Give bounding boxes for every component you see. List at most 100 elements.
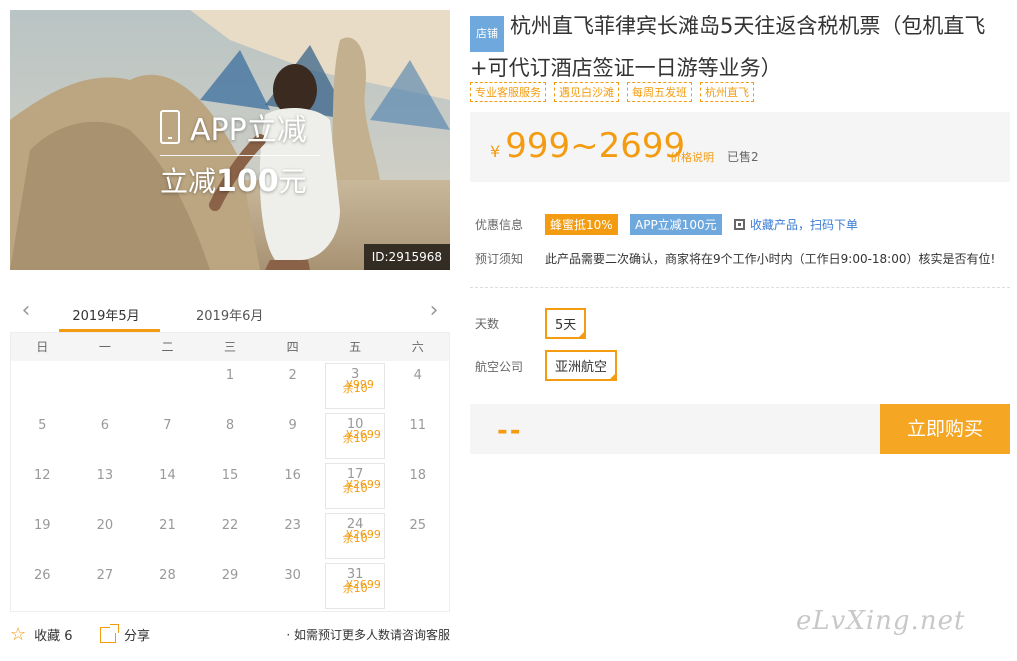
mobile-phone-icon	[160, 110, 180, 144]
consult-note: · 如需预订更多人数请咨询客服	[286, 628, 450, 642]
product-id-badge: ID:2915968	[363, 244, 450, 270]
weekday-header-cell: 六	[411, 340, 424, 354]
calendar-day-num: 21	[159, 518, 176, 533]
share-label: 分享	[124, 629, 151, 644]
calendar-week-row: 26 27 28 29 30 31 ¥2699 余10	[11, 561, 449, 611]
calendar-day-box[interactable]: 10 ¥2699 余10	[324, 413, 386, 459]
product-tag: 每周五发班	[627, 82, 692, 102]
calendar-footer: ☆ 收藏 6 分享 · 如需预订更多人数请咨询客服	[10, 622, 450, 646]
calendar-day: 12	[11, 461, 74, 511]
calendar-day-num: 26	[34, 568, 51, 583]
calendar-day-box[interactable]: 31 ¥2699 余10	[324, 563, 386, 609]
calendar-day-box[interactable]: 24 ¥2699 余10	[324, 513, 386, 559]
calendar-day: 27	[74, 561, 137, 611]
favorite-button[interactable]: ☆ 收藏 6	[10, 625, 73, 644]
calendar-day-price: ¥2699	[345, 428, 381, 441]
price-panel: ¥ 999~2699 价格说明 已售2	[470, 112, 1010, 182]
calendar-day: 28	[136, 561, 199, 611]
buy-now-button[interactable]: 立即购买	[880, 404, 1010, 454]
next-month-arrow-icon[interactable]: ›	[424, 300, 444, 322]
qr-code-icon	[734, 219, 745, 230]
product-title: 店铺 杭州直飞菲律宾长滩岛5天往返含税机票（包机直飞+可代订酒店签证一日游等业务）	[470, 10, 1010, 84]
calendar-day: 8	[199, 411, 262, 461]
star-icon: ☆	[10, 623, 27, 645]
product-tag: 杭州直飞	[700, 82, 754, 102]
booking-label: 预订须知	[475, 252, 524, 266]
tab-month-june[interactable]: 2019年6月	[196, 305, 263, 324]
sold-count: 已售2	[727, 150, 759, 164]
airline-label: 航空公司	[475, 360, 524, 374]
product-hero-image: APP立减 立减100元 ID:2915968	[10, 10, 450, 270]
app-discount-line: APP立减	[160, 105, 320, 149]
calendar-day: 30	[261, 561, 324, 611]
product-tag: 专业客服服务	[470, 82, 546, 102]
qr-favorite-link[interactable]: 收藏产品，扫码下单	[734, 216, 858, 233]
calendar-day: 22	[199, 511, 262, 561]
calendar-day-available[interactable]: 24 ¥2699 余10	[324, 511, 387, 561]
calendar-day-num: 4	[413, 368, 422, 383]
discount-amount-line: 立减100元	[160, 160, 320, 200]
calendar-day: 4	[386, 361, 449, 411]
calendar-day-price: ¥2699	[345, 478, 381, 491]
hero-divider	[160, 155, 320, 156]
calendar-day-num: 20	[96, 518, 114, 533]
calendar-day: 19	[11, 511, 74, 561]
calendar-day	[11, 361, 74, 411]
weekday-header-cell: 一	[98, 340, 111, 354]
booking-notice-text: 此产品需要二次确认，商家将在9个工作小时内（工作日9:00-18:00）核实是否…	[545, 252, 996, 266]
calendar-day-num: 29	[221, 568, 239, 583]
calendar-body: 1 2 3 ¥999 余10 4 5 6 7 8 9 10 ¥2699 余10 11 12 13 14 15 16 17…	[11, 361, 449, 611]
calendar-week-row: 12 13 14 15 16 17 ¥2699 余10 18	[11, 461, 449, 511]
calendar-day-box[interactable]: 3 ¥999 余10	[324, 363, 386, 409]
calendar-day: 5	[11, 411, 74, 461]
calendar-day-available[interactable]: 17 ¥2699 余10	[324, 461, 387, 511]
weekday-header-cell: 三	[224, 340, 237, 354]
calendar-day-available[interactable]: 10 ¥2699 余10	[324, 411, 387, 461]
calendar-day	[386, 561, 449, 611]
prev-month-arrow-icon[interactable]: ‹	[16, 300, 36, 322]
days-label: 天数	[475, 317, 500, 331]
calendar-day: 16	[261, 461, 324, 511]
calendar-day: 14	[136, 461, 199, 511]
calendar-day-num: 9	[288, 418, 297, 433]
calendar-day: 1	[199, 361, 262, 411]
share-button[interactable]: 分享	[100, 623, 151, 644]
calendar-weekday-header: 日一二三四五六	[11, 333, 449, 361]
calendar-day: 13	[74, 461, 137, 511]
calendar-day: 9	[261, 411, 324, 461]
calendar-day: 6	[74, 411, 137, 461]
app-discount-overlay: APP立减 立减100元	[160, 105, 320, 200]
calendar-day: 15	[199, 461, 262, 511]
favorite-label: 收藏 6	[34, 629, 73, 644]
calendar-day-num: 28	[159, 568, 176, 583]
discount-prefix: 立减	[160, 165, 217, 198]
total-price: --	[497, 416, 523, 446]
calendar-day-num: 14	[159, 468, 176, 483]
departure-calendar: 日一二三四五六 1 2 3 ¥999 余10 4 5 6 7 8 9 10 ¥2699 余10 11 12 13…	[10, 332, 450, 612]
qr-text: 收藏产品，扫码下单	[750, 218, 859, 232]
calendar-day: 18	[386, 461, 449, 511]
days-option-button[interactable]: 5天	[545, 308, 587, 339]
product-tag: 遇见白沙滩	[554, 82, 619, 102]
calendar-day-num: 18	[409, 468, 427, 483]
calendar-day	[136, 361, 199, 411]
calendar-day: 7	[136, 411, 199, 461]
calendar-day-num: 19	[34, 518, 51, 533]
price-note-link[interactable]: 价格说明	[670, 149, 714, 165]
calendar-day: 20	[74, 511, 137, 561]
shop-badge[interactable]: 店铺	[470, 16, 504, 52]
price-range-value: 999~2699	[505, 126, 686, 166]
calendar-day-num: 7	[163, 418, 172, 433]
calendar-day-num: 2	[288, 368, 297, 383]
calendar-day-available[interactable]: 31 ¥2699 余10	[324, 561, 387, 611]
calendar-day-box[interactable]: 17 ¥2699 余10	[324, 463, 386, 509]
calendar-day-num: 30	[284, 568, 301, 583]
calendar-day-available[interactable]: 3 ¥999 余10	[324, 361, 387, 411]
tab-month-may[interactable]: 2019年5月	[59, 305, 160, 332]
purchase-bar: --	[470, 404, 880, 454]
currency-symbol: ¥	[490, 142, 501, 161]
calendar-day-price: ¥999	[345, 378, 374, 391]
airline-option-button[interactable]: 亚洲航空	[545, 350, 618, 381]
calendar-week-row: 5 6 7 8 9 10 ¥2699 余10 11	[11, 411, 449, 461]
calendar-day-num: 15	[221, 468, 239, 483]
